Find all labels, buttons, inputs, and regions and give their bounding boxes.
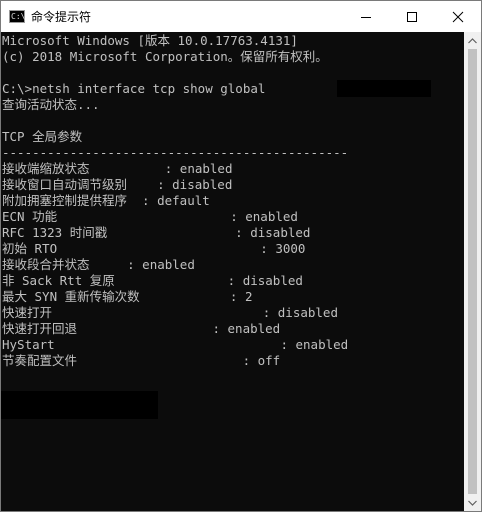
minimize-button[interactable] bbox=[343, 1, 389, 32]
command-prompt-window: C:\ 命令提示符 Microsoft Windows [版本 10.0.177… bbox=[0, 0, 482, 512]
console-line: 接收段合并状态 : enabled bbox=[2, 257, 195, 272]
console-line: 快速打开 : disabled bbox=[2, 305, 338, 320]
redacted-region bbox=[1, 391, 158, 419]
maximize-icon bbox=[407, 11, 417, 22]
scroll-up-button[interactable] bbox=[464, 32, 481, 49]
redacted-region bbox=[337, 80, 431, 97]
console-line: 初始 RTO : 3000 bbox=[2, 241, 306, 256]
close-icon bbox=[452, 11, 464, 22]
vertical-scrollbar[interactable] bbox=[464, 32, 481, 511]
close-button[interactable] bbox=[435, 1, 481, 32]
console-line: 最大 SYN 重新传输次数 : 2 bbox=[2, 289, 253, 304]
console-line: 查询活动状态... bbox=[2, 97, 100, 112]
maximize-button[interactable] bbox=[389, 1, 435, 32]
chevron-down-icon bbox=[468, 500, 477, 506]
console-line: (c) 2018 Microsoft Corporation。保留所有权利。 bbox=[2, 49, 328, 64]
console-line: 附加拥塞控制提供程序 : default bbox=[2, 193, 210, 208]
cmd-app-icon[interactable]: C:\ bbox=[9, 10, 25, 23]
console-heading: TCP 全局参数 bbox=[2, 129, 83, 144]
minimize-icon bbox=[361, 16, 371, 18]
scroll-down-button[interactable] bbox=[464, 494, 481, 511]
console-line: 节奏配置文件 : off bbox=[2, 353, 281, 368]
console-line: HyStart : enabled bbox=[2, 337, 349, 352]
console-line: RFC 1323 时间戳 : disabled bbox=[2, 225, 311, 240]
console-line: Microsoft Windows [版本 10.0.17763.4131] bbox=[2, 33, 298, 48]
title-bar[interactable]: C:\ 命令提示符 bbox=[1, 1, 481, 32]
console-output[interactable]: Microsoft Windows [版本 10.0.17763.4131] (… bbox=[1, 32, 464, 511]
window-title: 命令提示符 bbox=[31, 10, 92, 24]
console-command-line: C:\>netsh interface tcp show global bbox=[2, 81, 266, 96]
scrollbar-thumb[interactable] bbox=[468, 49, 477, 494]
chevron-up-icon bbox=[468, 37, 477, 43]
console-line: 接收窗口自动调节级别 : disabled bbox=[2, 177, 233, 192]
console-line: 非 Sack Rtt 复原 : disabled bbox=[2, 273, 303, 288]
console-divider: ----------------------------------------… bbox=[2, 145, 349, 160]
console-line: 快速打开回退 : enabled bbox=[2, 321, 281, 336]
console-line: 接收端缩放状态 : enabled bbox=[2, 161, 233, 176]
console-line: ECN 功能 : enabled bbox=[2, 209, 298, 224]
